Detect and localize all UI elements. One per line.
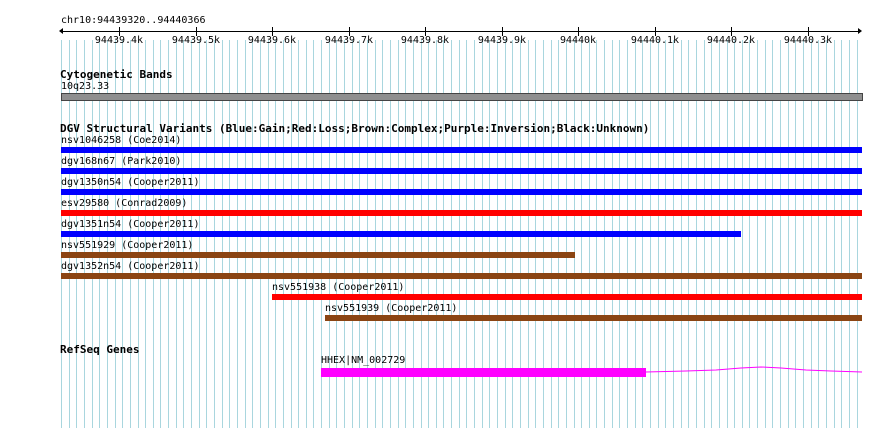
cytoband-track-title: Cytogenetic Bands (60, 68, 173, 81)
gene-intron[interactable] (646, 364, 862, 376)
ruler-tick-label: 94439.8k (400, 35, 450, 46)
variant-feature-gain[interactable] (61, 189, 862, 195)
variant-label: dgv168n67 (Park2010) (61, 156, 182, 167)
gene-label: HHEX|NM_002729 (321, 355, 406, 366)
variant-label: dgv1351n54 (Cooper2011) (61, 219, 200, 230)
ruler-tick-label: 94439.4k (94, 35, 144, 46)
variant-label: nsv551929 (Cooper2011) (61, 240, 194, 251)
variant-feature-gain[interactable] (61, 168, 862, 174)
gene-exon[interactable] (321, 368, 646, 377)
ruler-axis (61, 31, 860, 32)
ruler-tick-label: 94439.9k (477, 35, 527, 46)
variant-label: esv29580 (Conrad2009) (61, 198, 188, 209)
variant-feature-complex[interactable] (61, 252, 575, 258)
variant-feature-gain[interactable] (61, 147, 862, 153)
dgv-track-title: DGV Structural Variants (Blue:Gain;Red:L… (60, 122, 650, 135)
ruler-tick-label: 94439.7k (324, 35, 374, 46)
variant-label: dgv1350n54 (Cooper2011) (61, 177, 200, 188)
variant-feature-complex[interactable] (325, 315, 862, 321)
variant-label: nsv1046258 (Coe2014) (61, 135, 182, 146)
refseq-track-title: RefSeq Genes (60, 343, 140, 356)
ruler-tick-label: 94440.3k (783, 35, 833, 46)
ruler-tick-label: 94439.5k (171, 35, 221, 46)
ruler-tick-label: 94440.2k (706, 35, 756, 46)
ruler-tick-label: 94440k (559, 35, 597, 46)
variant-feature-gain[interactable] (61, 231, 741, 237)
cytoband-label: 10q23.33 (61, 81, 110, 92)
variant-feature-loss[interactable] (61, 210, 862, 216)
variant-feature-loss[interactable] (272, 294, 862, 300)
variant-feature-complex[interactable] (61, 273, 862, 279)
variant-label: nsv551938 (Cooper2011) (272, 282, 405, 293)
cytoband-feature[interactable] (61, 93, 863, 101)
ruler-tick-label: 94439.6k (247, 35, 297, 46)
ruler-right-arrow-icon (858, 28, 862, 34)
variant-label: nsv551939 (Cooper2011) (325, 303, 458, 314)
variant-label: dgv1352n54 (Cooper2011) (61, 261, 200, 272)
ruler-tick-label: 94440.1k (630, 35, 680, 46)
genome-browser-view: chr10:94439320..94440366 94439.4k 94439.… (0, 0, 890, 428)
coordinate-label: chr10:94439320..94440366 (61, 15, 206, 26)
